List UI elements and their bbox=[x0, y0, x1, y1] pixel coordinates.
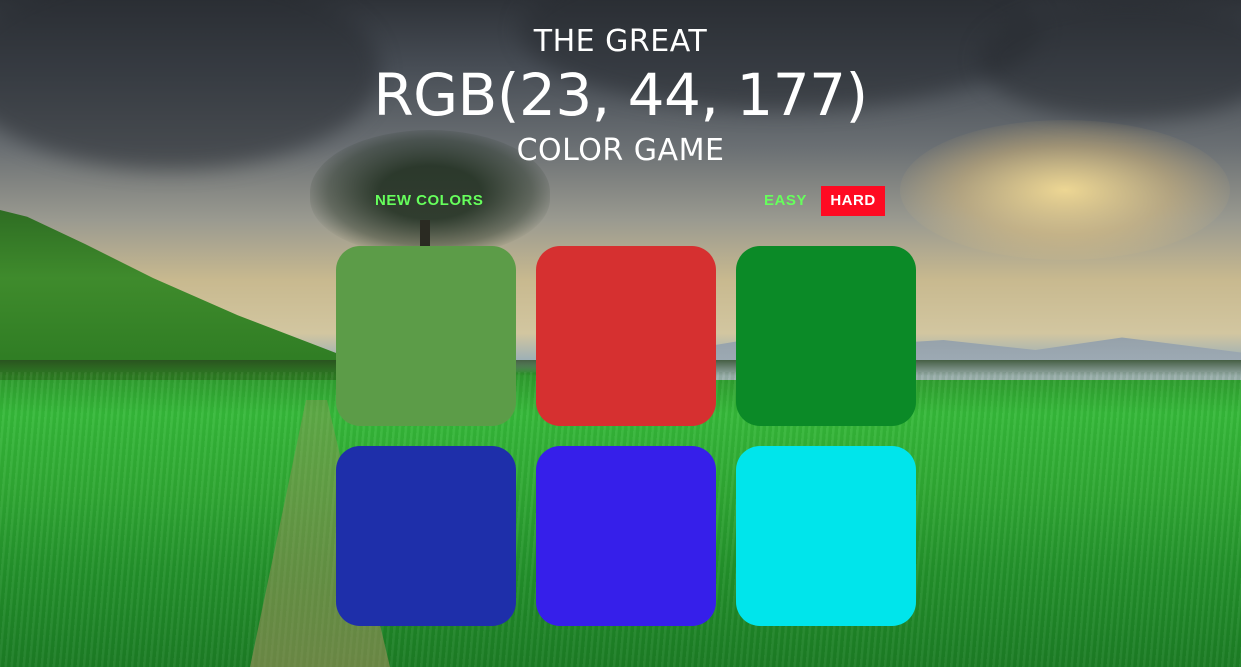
title-bottom: COLOR GAME bbox=[516, 133, 725, 168]
color-square-2[interactable] bbox=[536, 246, 716, 426]
color-square-5[interactable] bbox=[536, 446, 716, 626]
game-header: THE GREAT RGB(23, 44, 177) COLOR GAME bbox=[0, 24, 1241, 170]
color-square-6[interactable] bbox=[736, 446, 916, 626]
controls-stripe: NEW COLORS EASY HARD bbox=[361, 186, 885, 216]
easy-mode-button[interactable]: EASY bbox=[757, 186, 814, 216]
color-square-4[interactable] bbox=[336, 446, 516, 626]
target-color-display: RGB(23, 44, 177) bbox=[373, 61, 868, 129]
color-square-3[interactable] bbox=[736, 246, 916, 426]
color-squares-grid bbox=[336, 246, 916, 626]
title-top: THE GREAT bbox=[533, 24, 708, 59]
color-square-1[interactable] bbox=[336, 246, 516, 426]
new-colors-button[interactable]: NEW COLORS bbox=[368, 186, 490, 216]
hard-mode-button[interactable]: HARD bbox=[821, 186, 885, 216]
hill bbox=[0, 210, 340, 380]
